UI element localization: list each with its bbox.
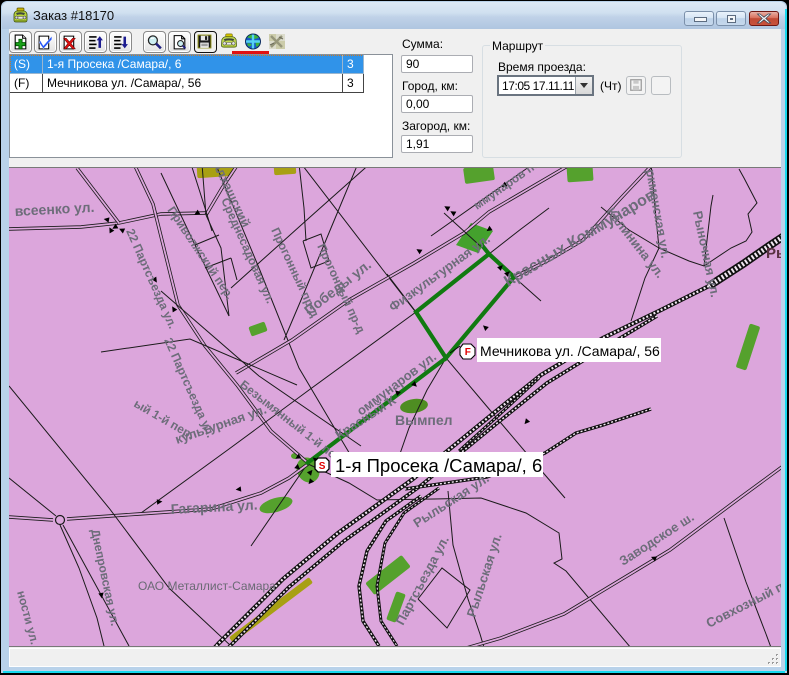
svg-text:ности ул.: ности ул. [14, 589, 42, 646]
svg-text:F: F [465, 347, 471, 358]
svg-text:Физкультурная ул.: Физкультурная ул. [386, 231, 493, 314]
svg-text:ый 1-й пер.: ый 1-й пер. [132, 396, 197, 442]
svg-text:Рь: Рь [766, 245, 781, 262]
svg-text:всеенко ул.: всеенко ул. [14, 199, 94, 219]
svg-text:1-я Просека /Самара/, 6: 1-я Просека /Самара/, 6 [335, 455, 542, 476]
svg-text:Гагарина ул.: Гагарина ул. [170, 496, 258, 517]
svg-text:Партсъезда ул.: Партсъезда ул. [392, 533, 452, 627]
svg-text:Рыльская ул.: Рыльская ул. [464, 531, 505, 618]
svg-text:Днепровская ул.: Днепровская ул. [88, 528, 122, 627]
svg-text:Вымпел: Вымпел [395, 412, 453, 428]
svg-text:ОАО Металлист-Самара: ОАО Металлист-Самара [138, 579, 276, 593]
svg-text:Рыночная ул.: Рыночная ул. [690, 210, 723, 299]
svg-text:S: S [319, 461, 326, 472]
svg-text:Совхозный пр.: Совхозный пр. [704, 574, 781, 631]
svg-text:Мечникова ул. /Самара/, 56: Мечникова ул. /Самара/, 56 [480, 343, 660, 359]
